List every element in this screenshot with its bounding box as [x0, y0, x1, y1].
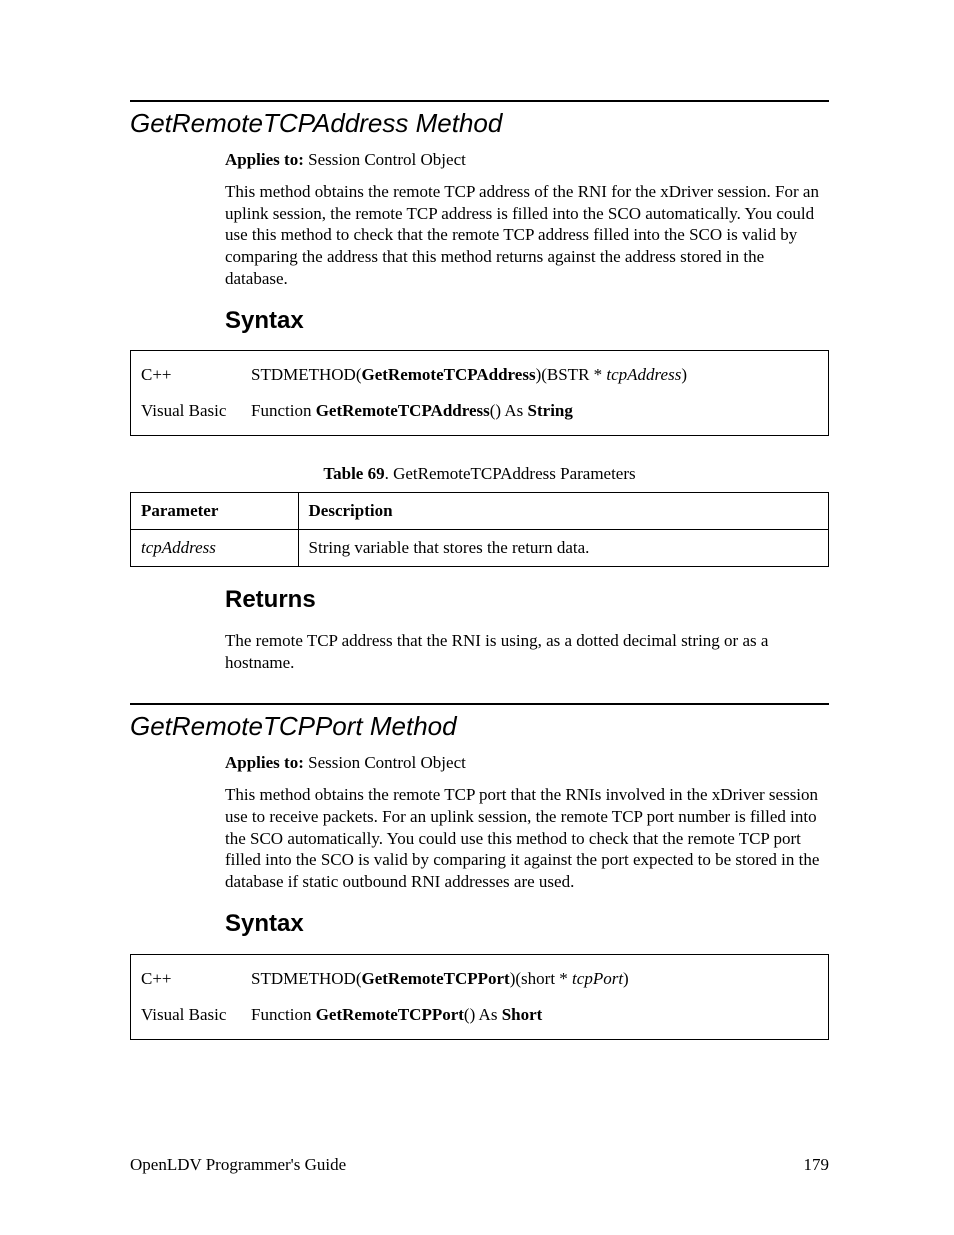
- method1-description: This method obtains the remote TCP addre…: [225, 181, 829, 290]
- syntax-body-vb: Function GetRemoteTCPPort() As Short: [251, 1005, 818, 1025]
- section-title-method1: GetRemoteTCPAddress Method: [130, 108, 829, 139]
- section-rule: [130, 703, 829, 705]
- vb-name: GetRemoteTCPAddress: [316, 401, 490, 420]
- syntax-row-vb: Visual Basic Function GetRemoteTCPAddres…: [141, 393, 818, 429]
- cpp-name: GetRemoteTCPPort: [362, 969, 510, 988]
- footer-doc-title: OpenLDV Programmer's Guide: [130, 1155, 346, 1175]
- applies-to-line: Applies to: Session Control Object: [225, 752, 829, 774]
- page-content: GetRemoteTCPAddress Method Applies to: S…: [0, 0, 954, 1235]
- syntax-body-vb: Function GetRemoteTCPAddress() As String: [251, 401, 818, 421]
- applies-to-label: Applies to:: [225, 753, 304, 772]
- vb-ret: String: [528, 401, 573, 420]
- syntax-box-method1: C++ STDMETHOD(GetRemoteTCPAddress)(BSTR …: [130, 350, 829, 436]
- param-table-caption: Table 69. GetRemoteTCPAddress Parameters: [130, 464, 829, 484]
- td-desc: String variable that stores the return d…: [298, 530, 828, 567]
- section-rule: [130, 100, 829, 102]
- vb-ret: Short: [502, 1005, 543, 1024]
- vb-prefix: Function: [251, 401, 316, 420]
- method2-description: This method obtains the remote TCP port …: [225, 784, 829, 893]
- applies-to-value-text: Session Control Object: [308, 150, 466, 169]
- syntax-body-cpp: STDMETHOD(GetRemoteTCPPort)(short * tcpP…: [251, 969, 818, 989]
- syntax-row-cpp: C++ STDMETHOD(GetRemoteTCPPort)(short * …: [141, 961, 818, 997]
- syntax-row-vb: Visual Basic Function GetRemoteTCPPort()…: [141, 997, 818, 1033]
- th-parameter: Parameter: [131, 493, 299, 530]
- cpp-prefix: STDMETHOD(: [251, 969, 362, 988]
- cpp-param: tcpPort: [572, 969, 623, 988]
- applies-to-line: Applies to: Session Control Object: [225, 149, 829, 171]
- method1-body: Applies to: Session Control Object This …: [225, 149, 829, 336]
- syntax-lang-cpp: C++: [141, 365, 251, 385]
- page-footer: OpenLDV Programmer's Guide 179: [130, 1155, 829, 1175]
- syntax-lang-vb: Visual Basic: [141, 1005, 251, 1025]
- cpp-mid: )(BSTR *: [536, 365, 607, 384]
- param-table: Parameter Description tcpAddress String …: [130, 492, 829, 567]
- syntax-heading: Syntax: [225, 306, 829, 337]
- syntax-heading: Syntax: [225, 909, 829, 940]
- returns-block: Returns The remote TCP address that the …: [225, 585, 829, 673]
- syntax-lang-vb: Visual Basic: [141, 401, 251, 421]
- applies-to-label: Applies to:: [225, 150, 304, 169]
- returns-text: The remote TCP address that the RNI is u…: [225, 630, 829, 674]
- footer-page-number: 179: [804, 1155, 830, 1175]
- vb-mid: () As: [464, 1005, 502, 1024]
- table-caption-prefix: Table 69: [323, 464, 384, 483]
- cpp-suffix: ): [681, 365, 687, 384]
- applies-to-value-text: Session Control Object: [308, 753, 466, 772]
- table-caption-rest: . GetRemoteTCPAddress Parameters: [385, 464, 636, 483]
- vb-prefix: Function: [251, 1005, 316, 1024]
- table-row: tcpAddress String variable that stores t…: [131, 530, 829, 567]
- th-description: Description: [298, 493, 828, 530]
- cpp-param: tcpAddress: [606, 365, 681, 384]
- section-title-method2: GetRemoteTCPPort Method: [130, 711, 829, 742]
- cpp-prefix: STDMETHOD(: [251, 365, 362, 384]
- cpp-mid: )(short *: [510, 969, 572, 988]
- cpp-suffix: ): [623, 969, 629, 988]
- returns-heading: Returns: [225, 585, 829, 616]
- syntax-body-cpp: STDMETHOD(GetRemoteTCPAddress)(BSTR * tc…: [251, 365, 818, 385]
- td-param: tcpAddress: [131, 530, 299, 567]
- cpp-name: GetRemoteTCPAddress: [362, 365, 536, 384]
- vb-mid: () As: [490, 401, 528, 420]
- syntax-box-method2: C++ STDMETHOD(GetRemoteTCPPort)(short * …: [130, 954, 829, 1040]
- method2-body: Applies to: Session Control Object This …: [225, 752, 829, 939]
- table-header-row: Parameter Description: [131, 493, 829, 530]
- syntax-lang-cpp: C++: [141, 969, 251, 989]
- vb-name: GetRemoteTCPPort: [316, 1005, 464, 1024]
- syntax-row-cpp: C++ STDMETHOD(GetRemoteTCPAddress)(BSTR …: [141, 357, 818, 393]
